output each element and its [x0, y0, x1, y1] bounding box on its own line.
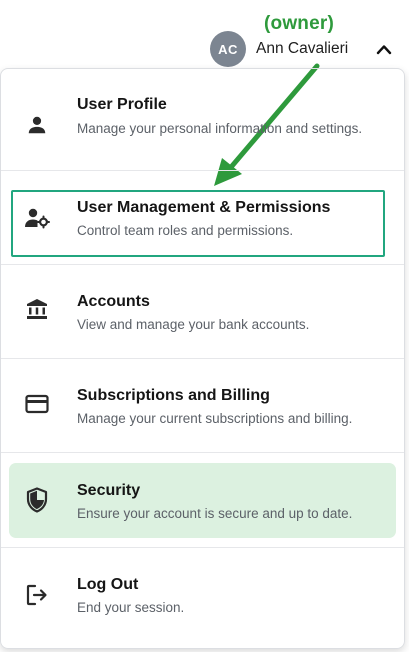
- menu-item-description: Control team roles and permissions.: [77, 223, 294, 238]
- menu-item-user-profile[interactable]: User Profile Manage your personal inform…: [1, 71, 404, 165]
- menu-item-title: User Management & Permissions: [77, 199, 331, 216]
- menu-item-title: Security: [77, 482, 141, 499]
- account-dropdown-menu: User Profile Manage your personal inform…: [0, 68, 405, 649]
- menu-item-log-out[interactable]: Log Out End your session.: [1, 548, 404, 642]
- menu-item-description: Ensure your account is secure and up to …: [77, 506, 353, 521]
- logout-icon: [23, 581, 51, 609]
- user-name[interactable]: Ann Cavalieri: [256, 40, 348, 58]
- person-icon: [23, 111, 51, 139]
- menu-item-user-management[interactable]: User Management & Permissions Control te…: [1, 171, 404, 265]
- credit-card-icon: [23, 390, 51, 418]
- menu-item-description: Manage your personal information and set…: [77, 121, 363, 136]
- menu-item-title: User Profile: [77, 96, 167, 113]
- shield-icon: [23, 486, 51, 514]
- menu-item-security[interactable]: Security Ensure your account is secure a…: [1, 453, 404, 547]
- menu-item-description: Manage your current subscriptions and bi…: [77, 411, 353, 426]
- avatar[interactable]: AC: [210, 31, 246, 67]
- menu-item-description: End your session.: [77, 600, 185, 615]
- user-gear-icon: [23, 204, 51, 232]
- menu-item-title: Subscriptions and Billing: [77, 387, 270, 404]
- account-menu-trigger[interactable]: AC Ann Cavalieri: [210, 30, 400, 68]
- menu-item-accounts[interactable]: Accounts View and manage your bank accou…: [1, 265, 404, 359]
- chevron-up-icon[interactable]: [375, 41, 393, 57]
- bank-icon: [23, 295, 51, 323]
- menu-item-description: View and manage your bank accounts.: [77, 317, 310, 332]
- menu-item-title: Accounts: [77, 293, 150, 310]
- menu-item-title: Log Out: [77, 576, 139, 593]
- menu-item-subscriptions-billing[interactable]: Subscriptions and Billing Manage your cu…: [1, 359, 404, 453]
